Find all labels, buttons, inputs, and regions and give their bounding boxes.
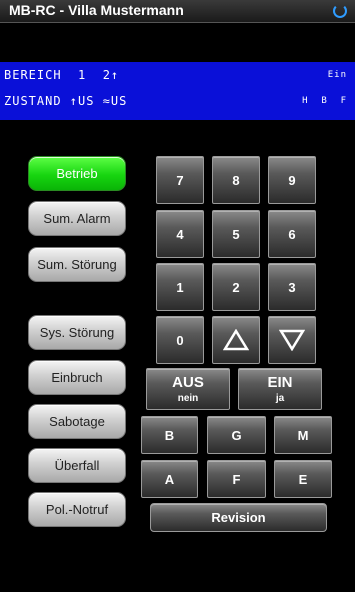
- status-sabotage-button[interactable]: Sabotage: [28, 404, 126, 439]
- display-line-1: BEREICH 1 2↑: [4, 68, 120, 82]
- key-e[interactable]: E: [274, 460, 332, 498]
- key-9[interactable]: 9: [268, 156, 316, 204]
- key-6[interactable]: 6: [268, 210, 316, 258]
- title-bar: MB-RC - Villa Mustermann: [0, 0, 355, 23]
- aus-button[interactable]: AUS nein: [146, 368, 230, 410]
- revision-button[interactable]: Revision: [150, 503, 327, 532]
- key-3[interactable]: 3: [268, 263, 316, 311]
- status-display: BEREICH 1 2↑ Ein ZUSTAND ↑US ≈US H B F: [0, 62, 355, 120]
- down-arrow-icon: [279, 329, 305, 351]
- up-arrow-icon: [223, 329, 249, 351]
- key-2[interactable]: 2: [212, 263, 260, 311]
- aus-label: AUS: [172, 374, 204, 391]
- key-1[interactable]: 1: [156, 263, 204, 311]
- key-b[interactable]: B: [141, 416, 198, 454]
- key-8[interactable]: 8: [212, 156, 260, 204]
- key-f[interactable]: F: [207, 460, 266, 498]
- ein-button[interactable]: EIN ja: [238, 368, 322, 410]
- display-line-2-right: H B F: [302, 96, 347, 106]
- down-arrow-button[interactable]: [268, 316, 316, 364]
- status-sum-alarm-button[interactable]: Sum. Alarm: [28, 201, 126, 236]
- ein-sublabel: ja: [275, 393, 285, 404]
- ein-label: EIN: [267, 374, 293, 391]
- key-4[interactable]: 4: [156, 210, 204, 258]
- status-betrieb-button[interactable]: Betrieb: [28, 156, 126, 191]
- status-pol-notruf-button[interactable]: Pol.-Notruf: [28, 492, 126, 527]
- aus-sublabel: nein: [177, 393, 199, 404]
- display-line-1-right: Ein: [327, 70, 347, 80]
- up-arrow-button[interactable]: [212, 316, 260, 364]
- refresh-icon[interactable]: [333, 4, 347, 18]
- key-m[interactable]: M: [274, 416, 332, 454]
- status-ueberfall-button[interactable]: Überfall: [28, 448, 126, 483]
- key-a[interactable]: A: [141, 460, 198, 498]
- key-g[interactable]: G: [207, 416, 266, 454]
- status-sys-stoerung-button[interactable]: Sys. Störung: [28, 315, 126, 350]
- status-sum-stoerung-button[interactable]: Sum. Störung: [28, 247, 126, 282]
- key-7[interactable]: 7: [156, 156, 204, 204]
- key-5[interactable]: 5: [212, 210, 260, 258]
- status-einbruch-button[interactable]: Einbruch: [28, 360, 126, 395]
- app-title: MB-RC - Villa Mustermann: [9, 2, 184, 18]
- key-0[interactable]: 0: [156, 316, 204, 364]
- display-line-2: ZUSTAND ↑US ≈US: [4, 94, 128, 108]
